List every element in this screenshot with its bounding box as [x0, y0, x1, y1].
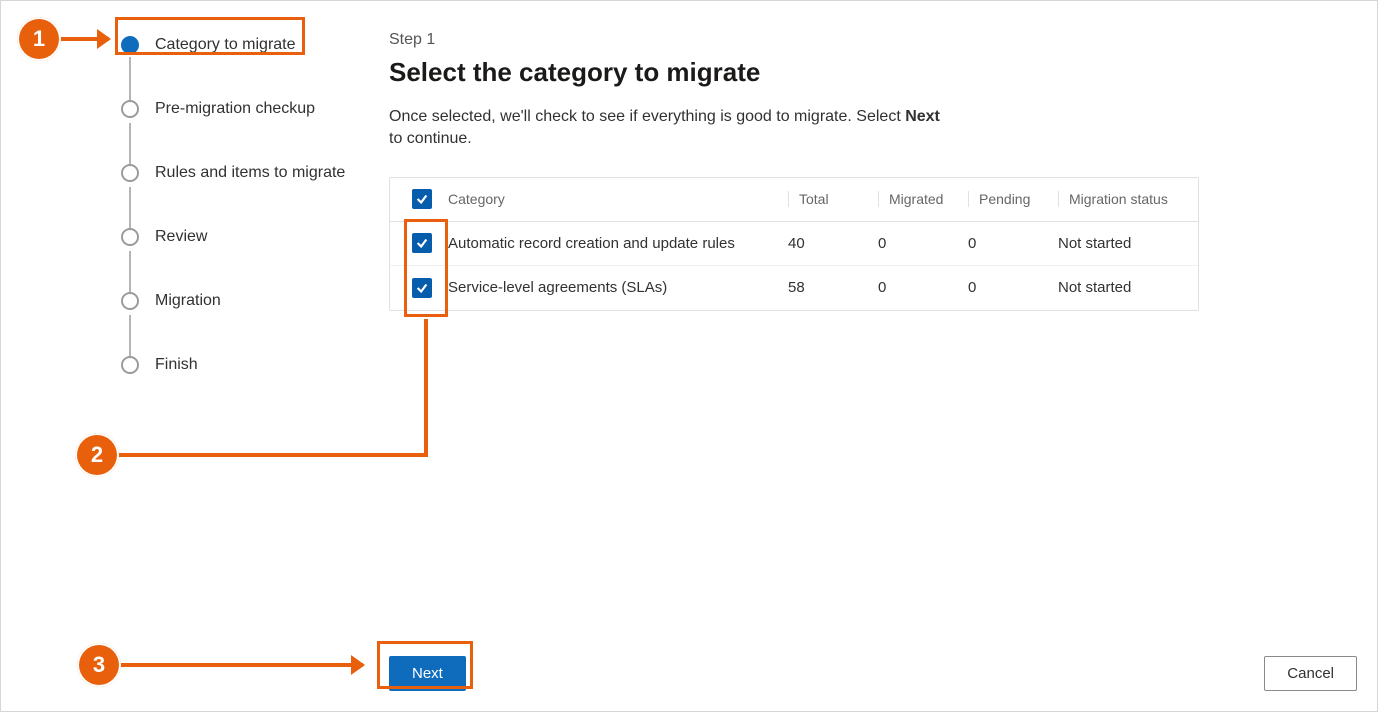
cell-total: 40	[788, 235, 878, 252]
step-finish[interactable]: Finish	[121, 345, 361, 385]
cell-pending: 0	[968, 235, 1058, 252]
wizard-stepper: Category to migrate Pre-migration checku…	[121, 25, 361, 385]
annotation-arrow-icon	[121, 663, 363, 667]
next-button[interactable]: Next	[389, 656, 466, 691]
desc-bold: Next	[905, 108, 940, 125]
col-header-migrated[interactable]: Migrated	[878, 191, 968, 207]
step-review[interactable]: Review	[121, 217, 361, 257]
cell-total: 58	[788, 279, 878, 296]
annotation-arrow-icon	[61, 37, 109, 41]
wizard-main-panel: Step 1 Select the category to migrate On…	[389, 31, 1337, 311]
col-header-status[interactable]: Migration status	[1058, 191, 1188, 207]
step-pre-migration-checkup[interactable]: Pre-migration checkup	[121, 89, 361, 129]
select-all-checkbox[interactable]	[412, 189, 432, 209]
annotation-line-icon	[424, 319, 428, 457]
check-icon	[415, 281, 429, 295]
row-checkbox[interactable]	[412, 233, 432, 253]
grid-header-row: Category Total Migrated Pending Migratio…	[390, 178, 1198, 222]
table-row[interactable]: Automatic record creation and update rul…	[390, 222, 1198, 266]
step-migration[interactable]: Migration	[121, 281, 361, 321]
col-header-total[interactable]: Total	[788, 191, 878, 207]
step-label: Pre-migration checkup	[155, 100, 315, 118]
check-icon	[415, 236, 429, 250]
wizard-footer: Next Cancel	[389, 656, 1357, 691]
step-dot-icon	[121, 228, 139, 246]
step-dot-icon	[121, 292, 139, 310]
cell-migrated: 0	[878, 279, 968, 296]
cell-category: Automatic record creation and update rul…	[444, 235, 788, 252]
cell-migrated: 0	[878, 235, 968, 252]
step-label: Migration	[155, 292, 221, 310]
annotation-badge-1: 1	[17, 17, 61, 61]
annotation-line-icon	[119, 453, 428, 457]
step-rules-items[interactable]: Rules and items to migrate	[121, 153, 361, 193]
page-title: Select the category to migrate	[389, 57, 1337, 88]
step-dot-icon	[121, 164, 139, 182]
step-number-label: Step 1	[389, 31, 1337, 49]
step-dot-icon	[121, 36, 139, 54]
cell-status: Not started	[1058, 279, 1188, 296]
page-description: Once selected, we'll check to see if eve…	[389, 106, 949, 151]
category-grid: Category Total Migrated Pending Migratio…	[389, 177, 1199, 311]
cancel-button[interactable]: Cancel	[1264, 656, 1357, 691]
step-label: Finish	[155, 356, 198, 374]
desc-text: Once selected, we'll check to see if eve…	[389, 108, 905, 125]
step-label: Rules and items to migrate	[155, 164, 345, 182]
col-header-category[interactable]: Category	[444, 191, 788, 207]
annotation-badge-3: 3	[77, 643, 121, 687]
step-dot-icon	[121, 100, 139, 118]
migration-wizard-page: Category to migrate Pre-migration checku…	[0, 0, 1378, 712]
row-checkbox[interactable]	[412, 278, 432, 298]
step-label: Review	[155, 228, 207, 246]
cell-category: Service-level agreements (SLAs)	[444, 279, 788, 296]
cell-status: Not started	[1058, 235, 1188, 252]
check-icon	[415, 192, 429, 206]
step-category-to-migrate[interactable]: Category to migrate	[121, 25, 361, 65]
table-row[interactable]: Service-level agreements (SLAs) 58 0 0 N…	[390, 266, 1198, 310]
annotation-badge-2: 2	[75, 433, 119, 477]
step-dot-icon	[121, 356, 139, 374]
cell-pending: 0	[968, 279, 1058, 296]
col-header-pending[interactable]: Pending	[968, 191, 1058, 207]
step-label: Category to migrate	[155, 36, 296, 54]
desc-text: to continue.	[389, 130, 472, 147]
